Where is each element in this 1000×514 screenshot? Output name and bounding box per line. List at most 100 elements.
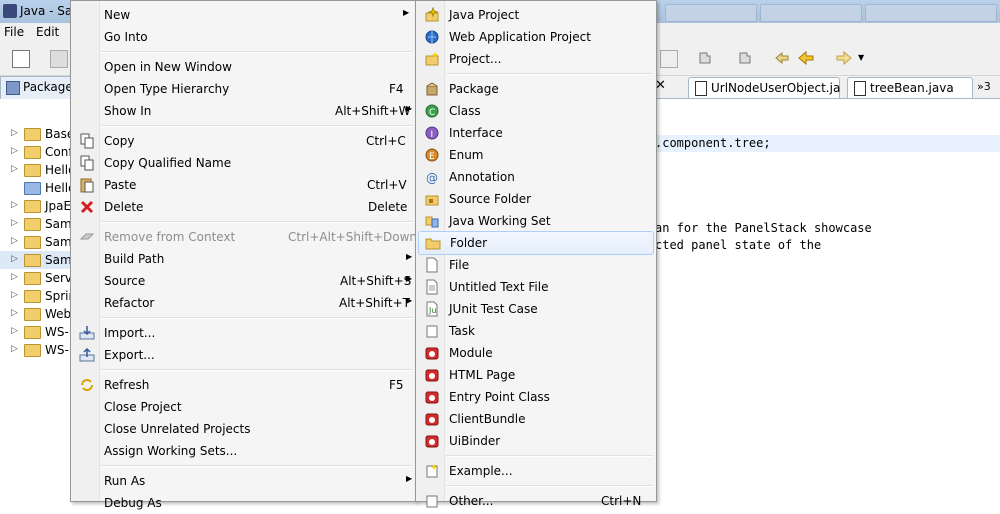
menu-item-copy-qualified-name[interactable]: Copy Qualified Name bbox=[73, 152, 414, 174]
tree-item[interactable]: ▷ Serv bbox=[0, 269, 72, 287]
menu-item-run-as[interactable]: Run As ▶ bbox=[73, 470, 414, 492]
back-icon[interactable] bbox=[798, 50, 814, 66]
menu-item-folder[interactable]: Folder bbox=[418, 231, 654, 255]
tree-item[interactable]: Hello bbox=[0, 179, 75, 197]
menu-file[interactable]: File bbox=[4, 25, 24, 39]
tree-item[interactable]: ▷ Conf bbox=[0, 143, 73, 161]
menu-separator bbox=[446, 73, 653, 75]
next-annotation-icon[interactable] bbox=[697, 50, 713, 66]
code-comment-line: cted panel state of the bbox=[655, 238, 822, 252]
menu-item-open-new-window[interactable]: Open in New Window bbox=[73, 56, 414, 78]
menu-item-source-folder[interactable]: Source Folder bbox=[418, 188, 654, 210]
menu-item-refactor[interactable]: Refactor Alt+Shift+T ▶ bbox=[73, 292, 414, 314]
forward-icon[interactable] bbox=[836, 50, 852, 66]
tree-item[interactable]: ▷ Sam bbox=[0, 215, 72, 233]
menu-item-module[interactable]: Module bbox=[418, 342, 654, 364]
menu-item-class[interactable]: C Class bbox=[418, 100, 654, 122]
tree-item[interactable]: ▷ Sam bbox=[0, 233, 72, 251]
tree-item[interactable]: ▷ Web bbox=[0, 305, 71, 323]
forward-dropdown-icon[interactable]: ▼ bbox=[858, 53, 874, 69]
menu-item-close-unrelated-projects[interactable]: Close Unrelated Projects bbox=[73, 418, 414, 440]
menu-item-html-page[interactable]: HTML Page bbox=[418, 364, 654, 386]
menu-item-web-application-project[interactable]: Web Application Project bbox=[418, 26, 654, 48]
menu-item-label: Interface bbox=[449, 126, 503, 140]
prev-annotation-icon[interactable] bbox=[737, 50, 753, 66]
tree-item[interactable]: ▷ Base bbox=[0, 125, 74, 143]
tab-overflow[interactable]: »3 bbox=[977, 80, 991, 93]
menu-item-paste[interactable]: Paste Ctrl+V bbox=[73, 174, 414, 196]
menu-item-enum[interactable]: E Enum bbox=[418, 144, 654, 166]
menu-item-task[interactable]: Task bbox=[418, 320, 654, 342]
save-icon[interactable] bbox=[50, 50, 68, 68]
menu-item-interface[interactable]: I Interface bbox=[418, 122, 654, 144]
menu-item-junit-test-case[interactable]: Ju JUnit Test Case bbox=[418, 298, 654, 320]
menu-item-close-project[interactable]: Close Project bbox=[73, 396, 414, 418]
text-file-icon bbox=[424, 279, 440, 295]
menu-item-untitled-text-file[interactable]: Untitled Text File bbox=[418, 276, 654, 298]
menu-item-project[interactable]: Project... bbox=[418, 48, 654, 70]
menu-item-remove-from-context[interactable]: Remove from Context Ctrl+Alt+Shift+Down bbox=[73, 226, 417, 248]
tree-item-label: Conf bbox=[45, 145, 73, 159]
menu-item-entry-point-class[interactable]: Entry Point Class bbox=[418, 386, 654, 408]
menu-item-label: Project... bbox=[449, 52, 502, 66]
new-wizard-icon[interactable] bbox=[12, 50, 30, 68]
menu-item-export[interactable]: Export... bbox=[73, 344, 414, 366]
menu-item-import[interactable]: Import... bbox=[73, 322, 414, 344]
tree-item[interactable]: ▷ Hello bbox=[0, 161, 75, 179]
tree-item-selected[interactable]: ▷ Sam bbox=[0, 251, 72, 269]
expand-arrow-icon[interactable]: ▷ bbox=[11, 344, 18, 354]
menu-item-source[interactable]: Source Alt+Shift+S ▶ bbox=[73, 270, 414, 292]
expand-arrow-icon[interactable]: ▷ bbox=[11, 218, 18, 228]
expand-arrow-icon[interactable]: ▷ bbox=[11, 236, 18, 246]
tab-urlnodeuserobject[interactable]: UrlNodeUserObject.ja bbox=[688, 77, 840, 98]
menu-item-uibinder[interactable]: UiBinder bbox=[418, 430, 654, 452]
menu-edit[interactable]: Edit bbox=[36, 25, 59, 39]
expand-arrow-icon[interactable]: ▷ bbox=[11, 128, 18, 138]
menu-item-delete[interactable]: Delete Delete bbox=[73, 196, 414, 218]
pilcrow-icon[interactable] bbox=[660, 50, 678, 68]
menu-item-file[interactable]: File bbox=[418, 254, 654, 276]
menu-item-shortcut: Ctrl+N bbox=[601, 494, 642, 508]
menu-item-other[interactable]: Other... Ctrl+N bbox=[418, 490, 654, 512]
menu-item-label: Refactor bbox=[104, 296, 155, 310]
menu-item-show-in[interactable]: Show In Alt+Shift+W ▶ bbox=[73, 100, 414, 122]
last-edit-icon[interactable] bbox=[774, 50, 790, 66]
menu-item-go-into[interactable]: Go Into bbox=[73, 26, 414, 48]
project-folder-icon bbox=[24, 308, 41, 321]
expand-arrow-icon[interactable]: ▷ bbox=[11, 164, 18, 174]
expand-arrow-icon[interactable]: ▷ bbox=[11, 254, 18, 264]
menu-item-new[interactable]: New ▶ bbox=[73, 4, 414, 26]
menu-item-build-path[interactable]: Build Path ▶ bbox=[73, 248, 414, 270]
package-tree: ▷ Base ▷ Conf ▷ Hello Hello ▷ JpaE ▷ Sam ▷ Sam… bbox=[0, 99, 76, 500]
menu-item-copy[interactable]: Copy Ctrl+C bbox=[73, 130, 414, 152]
menu-item-java-working-set[interactable]: Java Working Set bbox=[418, 210, 654, 232]
tree-item[interactable]: ▷ WS- bbox=[0, 341, 70, 359]
menu-item-java-project[interactable]: Java Project bbox=[418, 4, 654, 26]
submenu-arrow-icon: ▶ bbox=[406, 296, 413, 305]
menu-item-label: Paste bbox=[104, 178, 137, 192]
menu-item-example[interactable]: Example... bbox=[418, 460, 654, 482]
tree-item[interactable]: ▷ WS- bbox=[0, 323, 70, 341]
expand-arrow-icon[interactable]: ▷ bbox=[11, 146, 18, 156]
expand-arrow-icon[interactable]: ▷ bbox=[11, 200, 18, 210]
tree-item[interactable]: ▷ Sprin bbox=[0, 287, 76, 305]
expand-arrow-icon[interactable]: ▷ bbox=[11, 290, 18, 300]
menu-item-assign-working-sets[interactable]: Assign Working Sets... bbox=[73, 440, 414, 462]
tab-label: UrlNodeUserObject.ja bbox=[711, 81, 841, 95]
menu-item-shortcut: Alt+Shift+W bbox=[335, 104, 411, 118]
tree-item[interactable]: ▷ JpaE bbox=[0, 197, 71, 215]
menu-item-client-bundle[interactable]: ClientBundle bbox=[418, 408, 654, 430]
menu-item-refresh[interactable]: Refresh F5 bbox=[73, 374, 414, 396]
code-editor[interactable]: .component.tree; an for the PanelStack s… bbox=[655, 99, 1000, 500]
tab-treebean[interactable]: treeBean.java bbox=[847, 77, 973, 98]
expand-arrow-icon[interactable]: ▷ bbox=[11, 308, 18, 318]
menu-item-annotation[interactable]: @ Annotation bbox=[418, 166, 654, 188]
expand-arrow-icon[interactable]: ▷ bbox=[11, 326, 18, 336]
menu-item-open-type-hierarchy[interactable]: Open Type Hierarchy F4 bbox=[73, 78, 414, 100]
code-line: .component.tree; bbox=[655, 136, 771, 150]
package-explorer-tab[interactable]: Package bbox=[0, 76, 73, 99]
menu-item-label: Refresh bbox=[104, 378, 150, 392]
menu-item-package[interactable]: Package bbox=[418, 78, 654, 100]
menu-item-debug-as[interactable]: Debug As bbox=[73, 492, 414, 514]
expand-arrow-icon[interactable]: ▷ bbox=[11, 272, 18, 282]
